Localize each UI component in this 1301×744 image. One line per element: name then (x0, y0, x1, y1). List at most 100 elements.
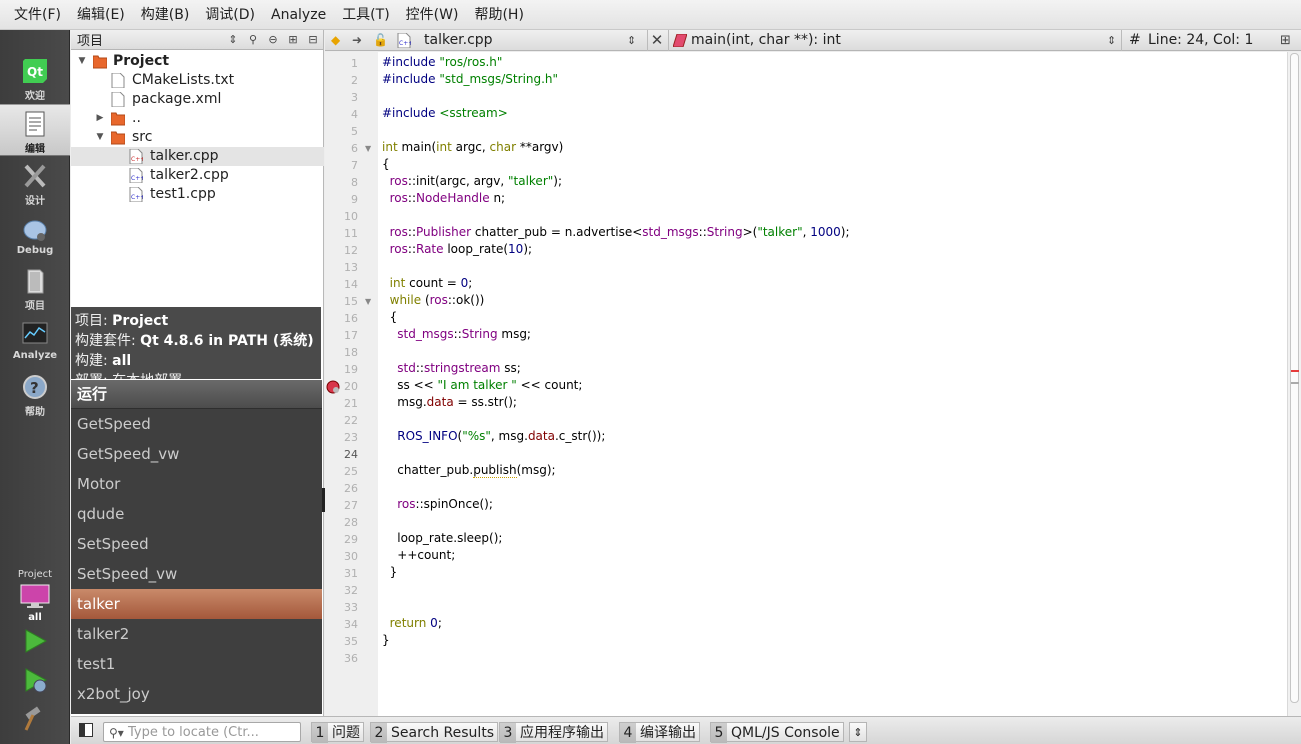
line-number[interactable]: 29 (325, 533, 358, 546)
line-number[interactable]: 15 (325, 295, 358, 308)
run-target-item[interactable]: qdude (71, 499, 322, 529)
code-line[interactable]: #include "ros/ros.h" (382, 55, 502, 69)
mode-help[interactable]: ? 帮助 (0, 368, 70, 420)
build-hammer-button[interactable] (21, 706, 49, 734)
code-line[interactable]: int main(int argc, char **argv) (382, 140, 563, 154)
line-number[interactable]: 19 (325, 363, 358, 376)
mode-debug[interactable]: Debug (0, 210, 70, 262)
run-target-item[interactable]: talker2 (71, 619, 322, 649)
code-line[interactable]: ss << "I am talker " << count; (382, 378, 582, 392)
run-target-item[interactable]: SetSpeed_vw (71, 559, 322, 589)
collapsed-arrow-icon[interactable]: ▶ (95, 109, 105, 128)
tree-item-talker-cpp[interactable]: C++ talker.cpp (71, 147, 324, 166)
line-number[interactable]: 27 (325, 499, 358, 512)
tree-item-src[interactable]: ▼ src (71, 128, 324, 147)
tree-item-package-xml[interactable]: package.xml (71, 90, 324, 109)
line-number[interactable]: 11 (325, 227, 358, 240)
line-number[interactable]: 25 (325, 465, 358, 478)
line-number[interactable]: 30 (325, 550, 358, 563)
line-number[interactable]: 23 (325, 431, 358, 444)
combo-updown-icon[interactable]: ⇕ (627, 30, 636, 51)
line-number[interactable]: 3 (325, 91, 358, 104)
code-line[interactable]: #include "std_msgs/String.h" (382, 72, 558, 86)
line-number[interactable]: 34 (325, 618, 358, 631)
fold-marker-icon[interactable]: ▼ (365, 297, 371, 306)
menu-build[interactable]: 构建(B) (133, 0, 198, 30)
updown-icon[interactable]: ⇕ (223, 30, 243, 50)
sync-link-icon[interactable]: ⊖ (263, 30, 283, 50)
code-editor[interactable]: 1 #include "ros/ros.h" 2 #include "std_msgs… (325, 52, 1301, 716)
forward-arrow-icon[interactable]: ➜ (352, 30, 362, 51)
combo-updown-icon[interactable]: ⇕ (1107, 30, 1116, 51)
tree-item-cmakelists[interactable]: CMakeLists.txt (71, 71, 324, 90)
code-line[interactable]: } (382, 633, 390, 647)
tree-item-parent[interactable]: ▶ .. (71, 109, 324, 128)
menu-tools[interactable]: 工具(T) (334, 0, 397, 30)
menu-widgets[interactable]: 控件(W) (398, 0, 467, 30)
line-number[interactable]: 24 (325, 448, 358, 461)
close-pane-icon[interactable]: ⊟ (303, 30, 323, 50)
line-number[interactable]: 12 (325, 244, 358, 257)
scrollbar-thumb[interactable] (1290, 53, 1299, 703)
line-number[interactable]: 18 (325, 346, 358, 359)
line-number[interactable]: 2 (325, 74, 358, 87)
line-number[interactable]: 13 (325, 261, 358, 274)
run-target-item[interactable]: Motor (71, 469, 322, 499)
line-number[interactable]: 31 (325, 567, 358, 580)
expanded-arrow-icon[interactable]: ▼ (77, 52, 87, 71)
pane-search-results-button[interactable]: 2 Search Results (370, 722, 499, 743)
line-number[interactable]: 32 (325, 584, 358, 597)
tree-item-test1-cpp[interactable]: C++ test1.cpp (71, 185, 324, 204)
code-line[interactable]: { (382, 157, 390, 171)
menu-analyze[interactable]: Analyze (263, 0, 334, 30)
code-line[interactable]: int count = 0; (382, 276, 473, 290)
code-line[interactable]: { (382, 310, 398, 324)
code-line[interactable]: ros::Publisher chatter_pub = n.advertise… (382, 225, 850, 239)
more-panes-icon[interactable]: ⇕ (849, 722, 867, 742)
pane-issues-button[interactable]: 1 问题 (311, 722, 364, 743)
line-number[interactable]: 26 (325, 482, 358, 495)
back-arrow-icon[interactable]: ◆ (331, 30, 340, 51)
code-line[interactable]: ros::Rate loop_rate(10); (382, 242, 532, 256)
code-line[interactable]: ros::init(argc, argv, "talker"); (382, 174, 562, 188)
line-number[interactable]: 6 (325, 142, 358, 155)
line-number[interactable]: 35 (325, 635, 358, 648)
cursor-position[interactable]: Line: 24, Col: 1 (1148, 30, 1253, 51)
split-editor-icon[interactable]: ⊞ (1280, 30, 1291, 51)
menu-help[interactable]: 帮助(H) (466, 0, 531, 30)
line-number[interactable]: 1 (325, 57, 358, 70)
line-number[interactable]: 33 (325, 601, 358, 614)
pane-compile-output-button[interactable]: 4 编译输出 (619, 722, 700, 743)
code-line[interactable]: } (382, 565, 398, 579)
run-target-item[interactable]: SetSpeed (71, 529, 322, 559)
run-target-item-selected[interactable]: talker (71, 589, 322, 619)
hash-label[interactable]: # (1129, 30, 1141, 51)
line-number[interactable]: 9 (325, 193, 358, 206)
menu-file[interactable]: 文件(F) (6, 0, 69, 30)
code-line[interactable]: while (ros::ok()) (382, 293, 485, 307)
code-line[interactable]: #include <sstream> (382, 106, 508, 120)
close-document-icon[interactable]: ✕ (647, 30, 667, 51)
open-document-combo[interactable]: talker.cpp (424, 30, 493, 51)
line-number[interactable]: 28 (325, 516, 358, 529)
code-line[interactable]: return 0; (382, 616, 442, 630)
locator-input[interactable]: ⚲▾ Type to locate (Ctr... (103, 722, 301, 742)
run-target-item[interactable]: x2bot_joy (71, 679, 322, 709)
line-number[interactable]: 8 (325, 176, 358, 189)
symbol-combo[interactable]: main(int, char **): int (691, 30, 841, 51)
editor-scrollbar[interactable] (1287, 52, 1301, 716)
run-button[interactable] (21, 627, 49, 655)
line-number[interactable]: 10 (325, 210, 358, 223)
run-target-item[interactable]: test1 (71, 649, 322, 679)
line-number[interactable]: 17 (325, 329, 358, 342)
code-line[interactable]: chatter_pub.publish(msg); (382, 463, 556, 478)
debug-run-button[interactable] (21, 666, 49, 694)
mode-design[interactable]: 设计 (0, 157, 70, 209)
code-line[interactable]: std_msgs::String msg; (382, 327, 531, 341)
mode-edit[interactable]: 编辑 (0, 104, 70, 156)
line-number[interactable]: 16 (325, 312, 358, 325)
pane-qml-console-button[interactable]: 5 QML/JS Console (710, 722, 844, 743)
run-target-item[interactable]: GetSpeed (71, 409, 322, 439)
toggle-sidebar-icon[interactable] (79, 723, 93, 737)
tree-item-talker2-cpp[interactable]: C++ talker2.cpp (71, 166, 324, 185)
